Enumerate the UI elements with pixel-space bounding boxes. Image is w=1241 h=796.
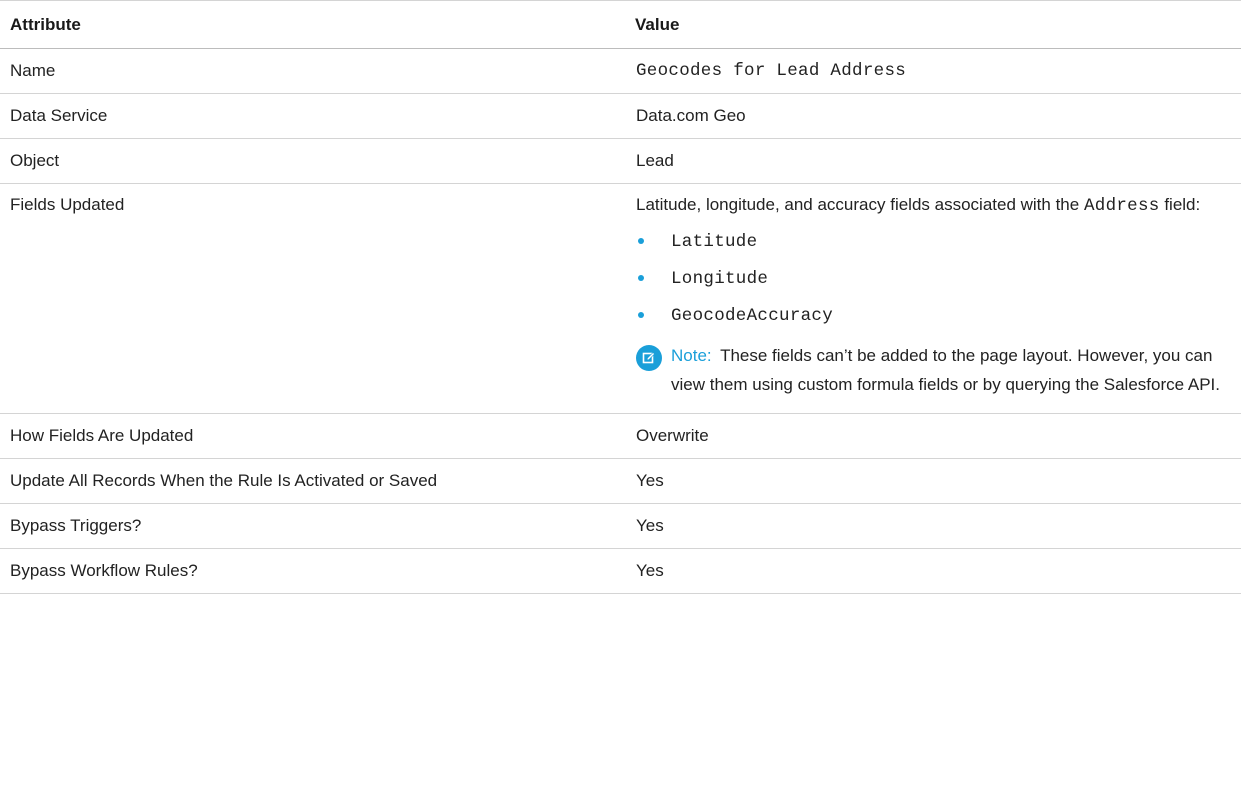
value-cell: Yes <box>625 503 1241 549</box>
value-cell: Lead <box>625 138 1241 184</box>
attribute-cell: Object <box>0 138 625 184</box>
table-header-row: Attribute Value <box>0 0 1241 49</box>
attribute-cell: Bypass Triggers? <box>0 503 625 549</box>
note-callout: Note: These fields can’t be added to the… <box>636 341 1229 399</box>
fields-list: Latitude Longitude GeocodeAccuracy <box>636 224 1229 335</box>
note-label: Note: <box>671 346 712 365</box>
value-cell: Yes <box>625 548 1241 594</box>
table-row-fields-updated: Fields Updated Latitude, longitude, and … <box>0 183 1241 414</box>
list-item: GeocodeAccuracy <box>636 298 1229 335</box>
attribute-cell: Data Service <box>0 93 625 139</box>
field-name: Latitude <box>671 232 758 252</box>
table-row: Update All Records When the Rule Is Acti… <box>0 458 1241 504</box>
header-value: Value <box>625 0 1241 49</box>
bullet-dot-icon <box>638 238 644 244</box>
note-body: Note: These fields can’t be added to the… <box>671 341 1229 399</box>
attribute-cell: Update All Records When the Rule Is Acti… <box>0 458 625 504</box>
bullet-dot-icon <box>638 275 644 281</box>
description-text: Latitude, longitude, and accuracy fields… <box>636 195 1080 214</box>
table-row: Object Lead <box>0 138 1241 184</box>
value-cell: Geocodes for Lead Address <box>625 48 1241 94</box>
address-code: Address <box>1083 196 1160 216</box>
fields-description: Latitude, longitude, and accuracy fields… <box>636 184 1229 221</box>
attribute-cell: Name <box>0 48 625 94</box>
attribute-cell: How Fields Are Updated <box>0 413 625 459</box>
table-row: Data Service Data.com Geo <box>0 93 1241 139</box>
value-cell: Data.com Geo <box>625 93 1241 139</box>
edit-note-icon <box>636 345 662 371</box>
table-row: Bypass Triggers? Yes <box>0 503 1241 549</box>
bullet-dot-icon <box>638 312 644 318</box>
table-row: Name Geocodes for Lead Address <box>0 48 1241 94</box>
attributes-table: Attribute Value Name Geocodes for Lead A… <box>0 0 1241 594</box>
attribute-cell: Bypass Workflow Rules? <box>0 548 625 594</box>
description-suffix: field: <box>1164 195 1201 214</box>
list-item: Latitude <box>636 224 1229 261</box>
list-item: Longitude <box>636 261 1229 298</box>
attribute-cell: Fields Updated <box>0 183 625 414</box>
table-row: How Fields Are Updated Overwrite <box>0 413 1241 459</box>
field-name: Longitude <box>671 269 769 289</box>
table-row: Bypass Workflow Rules? Yes <box>0 548 1241 594</box>
header-attribute: Attribute <box>0 0 625 49</box>
value-cell-fields-updated: Latitude, longitude, and accuracy fields… <box>625 183 1241 414</box>
note-text: These fields can’t be added to the page … <box>671 346 1220 394</box>
value-cell: Yes <box>625 458 1241 504</box>
field-name: GeocodeAccuracy <box>671 306 834 326</box>
value-cell: Overwrite <box>625 413 1241 459</box>
